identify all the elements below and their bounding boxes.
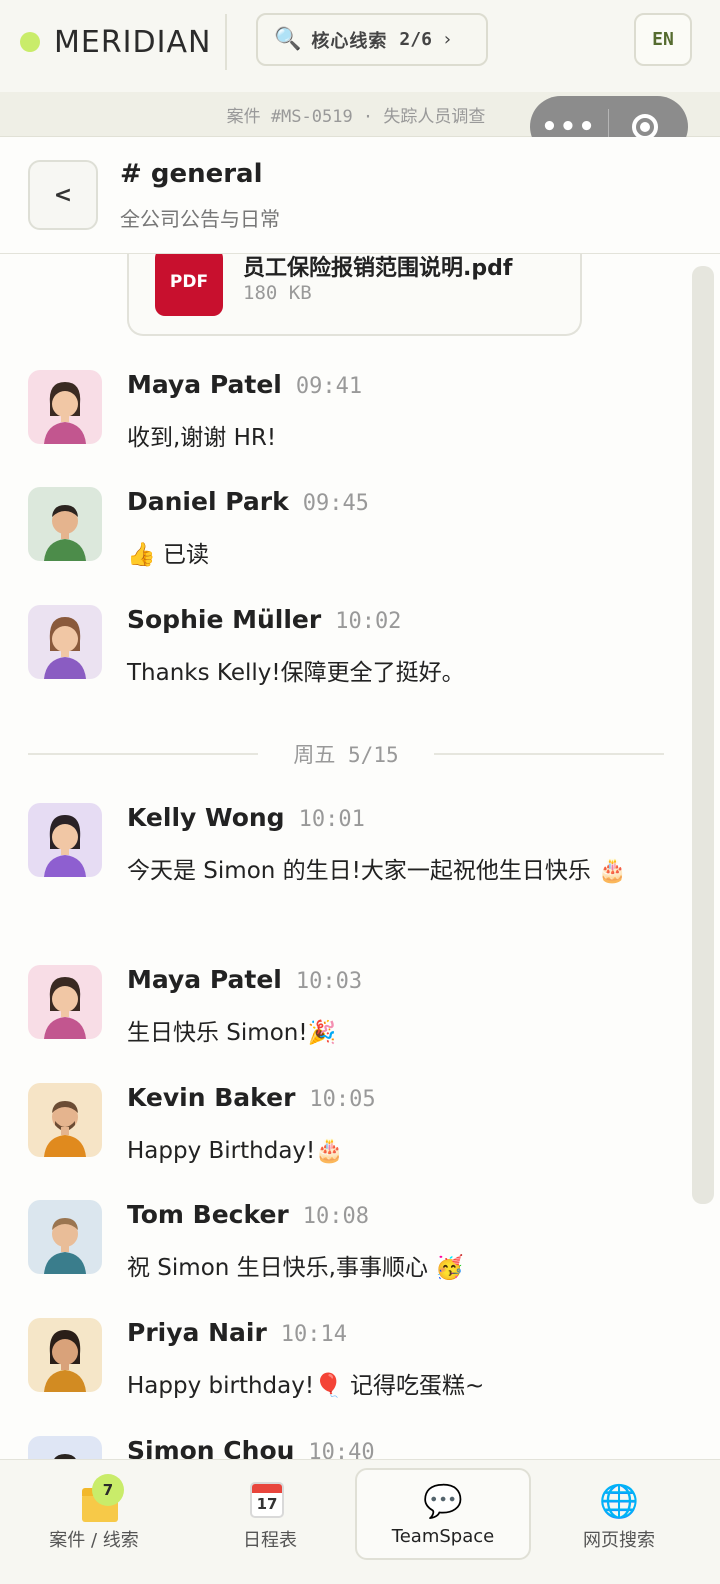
brand: MERIDIAN <box>20 22 211 62</box>
nav-label: 网页搜索 <box>583 1530 655 1551</box>
divider <box>225 14 227 70</box>
chat-bubble-icon: 💬 <box>423 1482 463 1520</box>
message-author[interactable]: Tom Becker <box>127 1200 289 1229</box>
clue-progress-button[interactable]: 🔍 核心线索 2/6 › <box>256 13 488 66</box>
message-author[interactable]: Daniel Park <box>127 487 289 516</box>
message-author[interactable]: Sophie Müller <box>127 605 321 634</box>
message-header: Kevin Baker 10:05 <box>127 1083 376 1112</box>
bottom-nav: 7 案件 / 线索 17 日程表 💬 TeamSpace 🌐 网页搜索 <box>0 1459 720 1584</box>
message-header: Kelly Wong 10:01 <box>127 803 365 832</box>
back-button[interactable]: < <box>28 160 98 230</box>
clue-label: 核心线索 <box>311 30 388 52</box>
message-header: Maya Patel 10:03 <box>127 965 362 994</box>
close-miniprogram-icon[interactable] <box>632 113 658 140</box>
message-time: 10:02 <box>335 609 402 634</box>
file-attachment[interactable]: PDF 员工保险报销范围说明.pdf 180 KB <box>127 254 582 336</box>
chevron-left-icon: < <box>53 182 73 208</box>
nav-item-teamspace[interactable]: 💬 TeamSpace <box>355 1460 531 1584</box>
status-dot-icon <box>20 32 40 52</box>
scrollbar[interactable] <box>692 266 714 1204</box>
avatar[interactable] <box>28 803 102 877</box>
message-time: 10:40 <box>308 1440 375 1459</box>
message-time: 10:01 <box>298 807 365 832</box>
nav-label: 案件 / 线索 <box>49 1530 139 1551</box>
pdf-file-icon: PDF <box>155 254 223 316</box>
message-header: Sophie Müller 10:02 <box>127 605 401 634</box>
message-author[interactable]: Maya Patel <box>127 370 282 399</box>
message-header: Tom Becker 10:08 <box>127 1200 369 1229</box>
message-header: Maya Patel 09:41 <box>127 370 362 399</box>
notification-badge: 7 <box>92 1474 124 1506</box>
channel-header: < # general 全公司公告与日常 <box>0 137 720 254</box>
file-size: 180 KB <box>243 282 312 304</box>
message-text: 今天是 Simon 的生日!大家一起祝他生日快乐 🎂 <box>127 858 627 884</box>
message-time: 09:45 <box>302 491 369 516</box>
avatar[interactable] <box>28 965 102 1039</box>
message-text: Happy birthday!🎈 记得吃蛋糕~ <box>127 1373 485 1399</box>
message-text: 👍 已读 <box>127 542 209 568</box>
search-icon: 🔍 <box>274 27 302 52</box>
message-time: 10:03 <box>295 969 363 994</box>
message-header: Daniel Park 09:45 <box>127 487 369 516</box>
nav-label: TeamSpace <box>391 1526 495 1547</box>
avatar[interactable] <box>28 487 102 561</box>
message-feed[interactable]: PDF 员工保险报销范围说明.pdf 180 KB Maya Patel 09:4… <box>0 254 720 1459</box>
message-author[interactable]: Maya Patel <box>127 965 282 994</box>
nav-item-cases[interactable]: 7 案件 / 线索 <box>6 1460 182 1584</box>
message-author[interactable]: Priya Nair <box>127 1318 267 1347</box>
date-separator: 周五 5/15 <box>28 739 664 769</box>
channel-description: 全公司公告与日常 <box>120 207 280 231</box>
date-label: 周五 5/15 <box>293 743 399 767</box>
nav-item-websearch[interactable]: 🌐 网页搜索 <box>531 1460 707 1584</box>
message-text: 生日快乐 Simon!🎉 <box>127 1020 337 1046</box>
brand-name: MERIDIAN <box>54 24 212 60</box>
file-name: 员工保险报销范围说明.pdf <box>243 256 513 281</box>
avatar[interactable] <box>28 1318 102 1392</box>
message-time: 10:08 <box>302 1204 369 1229</box>
nav-item-calendar[interactable]: 17 日程表 <box>182 1460 358 1584</box>
message-author[interactable]: Kevin Baker <box>127 1083 295 1112</box>
avatar[interactable] <box>28 1083 102 1157</box>
message-time: 10:14 <box>280 1322 348 1347</box>
avatar[interactable] <box>28 1200 102 1274</box>
clue-count: 2/6 <box>399 29 432 50</box>
message-text: Happy Birthday!🎂 <box>127 1138 344 1164</box>
avatar[interactable] <box>28 370 102 444</box>
calendar-day: 17 <box>256 1495 278 1513</box>
chevron-right-icon: › <box>443 29 452 50</box>
channel-name: # general <box>120 159 263 189</box>
avatar[interactable] <box>28 1436 102 1459</box>
message-text: 收到,谢谢 HR! <box>127 425 277 451</box>
message-text: 祝 Simon 生日快乐,事事顺心 🥳 <box>127 1255 464 1281</box>
message-text: Thanks Kelly!保障更全了挺好。 <box>127 660 465 686</box>
calendar-icon: 17 <box>250 1482 284 1518</box>
nav-label: 日程表 <box>243 1530 297 1551</box>
message-time: 09:41 <box>295 374 363 399</box>
message-author[interactable]: Kelly Wong <box>127 803 285 832</box>
message-header: Priya Nair 10:14 <box>127 1318 347 1347</box>
message-author[interactable]: Simon Chou <box>127 1436 294 1459</box>
language-toggle-button[interactable]: EN <box>634 13 692 66</box>
avatar[interactable] <box>28 605 102 679</box>
message-time: 10:05 <box>309 1087 376 1112</box>
globe-icon: 🌐 <box>599 1482 639 1520</box>
message-header: Simon Chou 10:40 <box>127 1436 375 1459</box>
top-bar: MERIDIAN 🔍 核心线索 2/6 › EN <box>0 0 720 93</box>
